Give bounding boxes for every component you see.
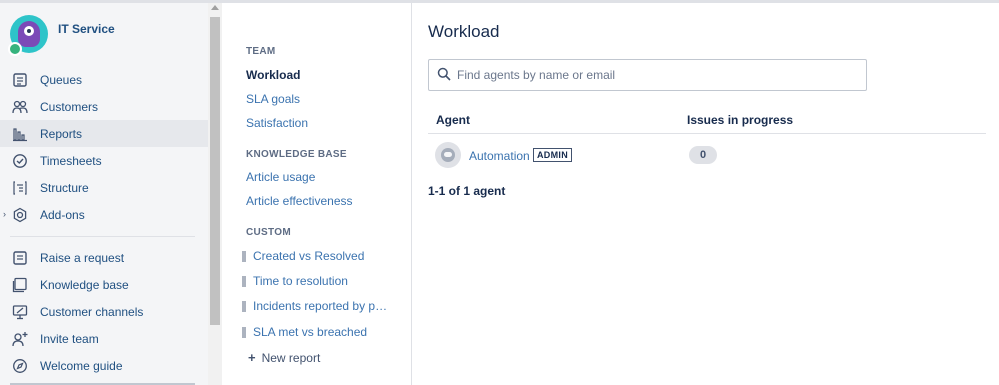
sidebar-item-label: Structure bbox=[40, 180, 89, 195]
sidebar-divider bbox=[10, 236, 195, 237]
chevron-right-icon[interactable]: › bbox=[3, 209, 6, 219]
secondary-nav: Raise a request Knowledge base Customer … bbox=[0, 244, 208, 379]
knowledge-base-icon bbox=[12, 277, 28, 293]
sidebar-item-label: Queues bbox=[40, 72, 83, 87]
search-icon bbox=[437, 67, 451, 84]
report-link-article-usage[interactable]: Article usage bbox=[246, 170, 315, 184]
sidebar-item-label: Add-ons bbox=[40, 207, 85, 222]
user-avatar-icon bbox=[441, 148, 455, 162]
drag-handle-icon[interactable] bbox=[242, 300, 246, 312]
sidebar-item-label: Customer channels bbox=[40, 304, 144, 319]
new-report-button[interactable]: + New report bbox=[248, 350, 320, 365]
sidebar-item-label: Welcome guide bbox=[40, 358, 123, 373]
reports-icon bbox=[12, 126, 28, 142]
sidebar-item-label: Invite team bbox=[40, 331, 99, 346]
timesheets-icon bbox=[12, 153, 28, 169]
raise-request-icon bbox=[12, 250, 28, 266]
page-title: Workload bbox=[428, 22, 500, 41]
project-header[interactable]: IT Service bbox=[8, 15, 115, 56]
report-link-article-effectiveness[interactable]: Article effectiveness bbox=[246, 194, 353, 208]
sidebar-item-raise-request[interactable]: Raise a request bbox=[0, 244, 208, 271]
sidebar-item-reports[interactable]: Reports bbox=[0, 120, 208, 147]
report-link-label: Time to resolution bbox=[253, 274, 348, 288]
structure-icon bbox=[12, 180, 28, 196]
project-avatar bbox=[8, 15, 48, 56]
knowledge-base-section-title: KNOWLEDGE BASE bbox=[246, 149, 347, 160]
report-link-label: Incidents reported by p… bbox=[253, 299, 388, 313]
sidebar-item-addons[interactable]: › Add-ons bbox=[0, 201, 208, 228]
customers-icon bbox=[12, 99, 28, 115]
sidebar-item-invite-team[interactable]: Invite team bbox=[0, 325, 208, 352]
project-name[interactable]: IT Service bbox=[58, 22, 115, 36]
primary-nav: Queues Customers Reports Timesheets Stru… bbox=[0, 66, 208, 228]
sidebar-item-welcome-guide[interactable]: Welcome guide bbox=[0, 352, 208, 379]
sidebar-item-customer-channels[interactable]: Customer channels bbox=[0, 298, 208, 325]
avatar bbox=[435, 142, 461, 168]
scroll-up-icon[interactable] bbox=[211, 5, 219, 10]
report-link-incidents-reported[interactable]: Incidents reported by p… bbox=[242, 299, 387, 313]
sidebar-item-label: Knowledge base bbox=[40, 277, 129, 292]
team-section-title: TEAM bbox=[246, 46, 276, 57]
column-header-agent: Agent bbox=[436, 113, 470, 127]
report-link-time-to-resolution[interactable]: Time to resolution bbox=[242, 274, 348, 288]
agent-search-input[interactable] bbox=[457, 68, 857, 82]
sidebar-item-timesheets[interactable]: Timesheets bbox=[0, 147, 208, 174]
sidebar-item-label: Timesheets bbox=[40, 153, 102, 168]
report-link-label: SLA met vs breached bbox=[253, 325, 368, 339]
table-row: Automation ADMIN 0 bbox=[428, 141, 986, 169]
monster-icon bbox=[18, 21, 40, 47]
admin-badge: ADMIN bbox=[533, 148, 572, 162]
drag-handle-icon[interactable] bbox=[242, 275, 246, 287]
scrollbar-thumb[interactable] bbox=[210, 17, 220, 325]
project-sidebar: IT Service Queues Customers Reports Time… bbox=[0, 3, 222, 385]
column-header-issues: Issues in progress bbox=[687, 113, 794, 127]
agent-search-box[interactable] bbox=[428, 59, 867, 91]
sidebar-item-label: Customers bbox=[40, 99, 99, 114]
invite-team-icon bbox=[12, 331, 28, 347]
report-link-satisfaction[interactable]: Satisfaction bbox=[246, 116, 308, 130]
report-link-label: Created vs Resolved bbox=[253, 249, 365, 263]
new-report-label: New report bbox=[261, 350, 321, 365]
compass-icon bbox=[12, 358, 28, 374]
custom-section-title: CUSTOM bbox=[246, 227, 291, 238]
sidebar-scrollbar[interactable] bbox=[208, 3, 222, 385]
results-summary: 1-1 of 1 agent bbox=[428, 184, 506, 198]
plus-icon: + bbox=[248, 350, 256, 365]
customer-channels-icon bbox=[12, 304, 28, 320]
issues-count-badge: 0 bbox=[689, 146, 717, 164]
sidebar-item-customers[interactable]: Customers bbox=[0, 93, 208, 120]
report-link-sla-met-vs-breached[interactable]: SLA met vs breached bbox=[242, 325, 367, 339]
sidebar-item-structure[interactable]: Structure bbox=[0, 174, 208, 201]
sidebar-item-label: Raise a request bbox=[40, 250, 125, 265]
table-header-divider bbox=[428, 133, 986, 134]
agent-name-link[interactable]: Automation bbox=[469, 149, 530, 163]
sidebar-item-label: Reports bbox=[40, 126, 83, 141]
report-link-sla-goals[interactable]: SLA goals bbox=[246, 92, 300, 106]
service-desk-badge-icon bbox=[8, 42, 22, 56]
drag-handle-icon[interactable] bbox=[242, 250, 246, 262]
queues-icon bbox=[12, 72, 28, 88]
reports-navigation: TEAM Workload SLA goals Satisfaction KNO… bbox=[222, 3, 412, 385]
sidebar-item-knowledge-base[interactable]: Knowledge base bbox=[0, 271, 208, 298]
main-content: Workload Agent Issues in progress Automa… bbox=[413, 3, 999, 385]
report-link-workload[interactable]: Workload bbox=[246, 68, 300, 82]
addons-icon bbox=[12, 207, 28, 223]
report-link-created-vs-resolved[interactable]: Created vs Resolved bbox=[242, 249, 364, 263]
drag-handle-icon[interactable] bbox=[242, 326, 246, 338]
sidebar-item-queues[interactable]: Queues bbox=[0, 66, 208, 93]
